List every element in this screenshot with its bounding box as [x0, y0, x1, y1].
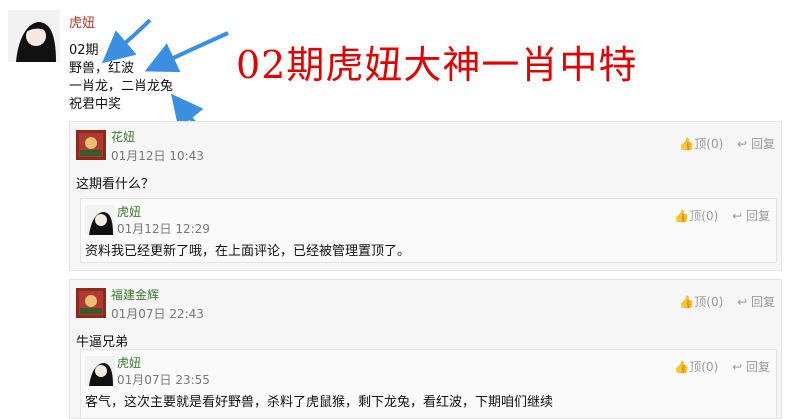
thumbs-up-icon: 👍	[674, 360, 690, 374]
sub-reply-author-name[interactable]: 虎妞	[117, 354, 141, 371]
post-line: 野兽，红波	[69, 61, 135, 76]
reply-timestamp: 01月12日 10:43	[111, 149, 204, 163]
headline-overlay: 02期虎妞大神一肖中特	[236, 43, 638, 87]
thumbs-up-icon: 👍	[674, 209, 690, 223]
reply-arrow-icon: ↩	[737, 295, 748, 309]
sub-reply-card: 虎妞 01月07日 23:55 👍顶(0) ↩ 回复 客气，这次主要就是看好野兽…	[80, 349, 777, 419]
sub-reply-text: 客气，这次主要就是看好野兽，杀料了虎鼠猴，剩下龙兔，看红波，下期咱们继续	[85, 395, 554, 410]
reply-arrow-icon: ↩	[732, 360, 743, 374]
reply-actions: 👍顶(0) ↩ 回复	[669, 293, 775, 310]
post-author-name[interactable]: 虎妞	[69, 12, 95, 31]
reply-card: 花妞 01月12日 10:43 👍顶(0) ↩ 回复 这期看什么？ 虎妞 01月…	[69, 121, 782, 271]
sub-reply-actions: 👍顶(0) ↩ 回复	[664, 207, 770, 224]
post-avatar[interactable]	[8, 10, 60, 62]
reply-actions: 👍顶(0) ↩ 回复	[669, 135, 775, 152]
reply-button[interactable]: ↩ 回复	[737, 137, 775, 151]
post-content: 02期 野兽，红波 一肖龙，二肖龙兔 祝君中奖	[69, 42, 173, 114]
reply-author-name[interactable]: 福建金辉	[111, 286, 159, 303]
reply-button[interactable]: ↩ 回复	[732, 209, 770, 223]
reply-timestamp: 01月07日 22:43	[111, 307, 204, 321]
sub-reply-card: 虎妞 01月12日 12:29 👍顶(0) ↩ 回复 资料我已经更新了哦，在上面…	[80, 198, 777, 263]
sub-reply-author-name[interactable]: 虎妞	[117, 203, 141, 220]
post-line: 02期	[69, 43, 99, 58]
sub-reply-timestamp: 01月12日 12:29	[117, 222, 210, 236]
reply-author-name[interactable]: 花妞	[111, 128, 135, 145]
sub-reply-avatar[interactable]	[85, 205, 115, 235]
sub-reply-avatar[interactable]	[85, 356, 115, 386]
sub-reply-timestamp: 01月07日 23:55	[117, 373, 210, 387]
like-button[interactable]: 👍顶(0)	[679, 137, 723, 151]
reply-card: 福建金辉 01月07日 22:43 👍顶(0) ↩ 回复 牛逼兄弟 虎妞 01月…	[69, 279, 782, 419]
reply-text: 这期看什么？	[76, 177, 155, 192]
like-button[interactable]: 👍顶(0)	[674, 360, 718, 374]
reply-button[interactable]: ↩ 回复	[737, 295, 775, 309]
thumbs-up-icon: 👍	[679, 137, 695, 151]
reply-button[interactable]: ↩ 回复	[732, 360, 770, 374]
reply-text: 牛逼兄弟	[76, 335, 129, 350]
sub-reply-actions: 👍顶(0) ↩ 回复	[664, 358, 770, 375]
reply-avatar[interactable]	[76, 288, 106, 318]
like-button[interactable]: 👍顶(0)	[679, 295, 723, 309]
reply-arrow-icon: ↩	[732, 209, 743, 223]
reply-avatar[interactable]	[76, 130, 106, 160]
post-line: 祝君中奖	[69, 97, 122, 112]
post-line: 一肖龙，二肖龙兔	[69, 79, 174, 94]
like-button[interactable]: 👍顶(0)	[674, 209, 718, 223]
sub-reply-text: 资料我已经更新了哦，在上面评论，已经被管理置顶了。	[85, 244, 411, 259]
thumbs-up-icon: 👍	[679, 295, 695, 309]
reply-arrow-icon: ↩	[737, 137, 748, 151]
